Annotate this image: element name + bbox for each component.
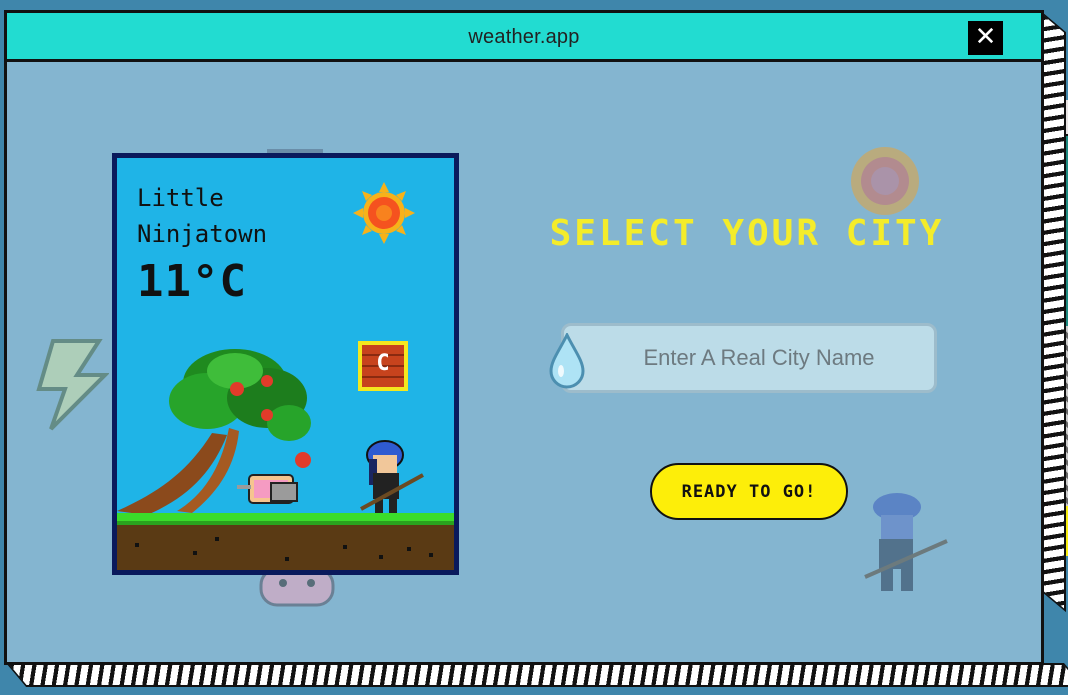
ground (117, 513, 454, 570)
page-heading: SELECT YOUR CITY (549, 213, 945, 254)
close-button[interactable]: ✕ (968, 21, 1003, 55)
search-box (549, 323, 937, 393)
window-shadow-right (1042, 12, 1066, 613)
app-window: weather.app ✕ Little Ninjatown 11°C C SE… (4, 10, 1044, 665)
ninja-icon (360, 440, 424, 513)
sun-icon (353, 182, 415, 244)
close-icon: ✕ (974, 22, 997, 52)
raindrop-icon (549, 333, 585, 389)
scene-illustration (117, 349, 454, 570)
city-name: Little Ninjatown (137, 184, 268, 248)
weather-card: Little Ninjatown 11°C C (112, 153, 459, 575)
lightning-icon (36, 339, 109, 431)
title-bar: weather.app ✕ (7, 13, 1041, 62)
window-shadow-bottom (6, 663, 1068, 687)
ninja-ghost-icon (864, 493, 948, 591)
city-search-input[interactable] (561, 323, 937, 393)
temperature: 11°C (137, 256, 247, 307)
window-title: weather.app (468, 26, 580, 48)
sun-ghost-icon (851, 147, 919, 215)
nyan-cat-icon (237, 474, 298, 504)
cloud-face-icon (259, 569, 335, 607)
ready-to-go-button[interactable]: READY TO GO! (650, 463, 848, 520)
